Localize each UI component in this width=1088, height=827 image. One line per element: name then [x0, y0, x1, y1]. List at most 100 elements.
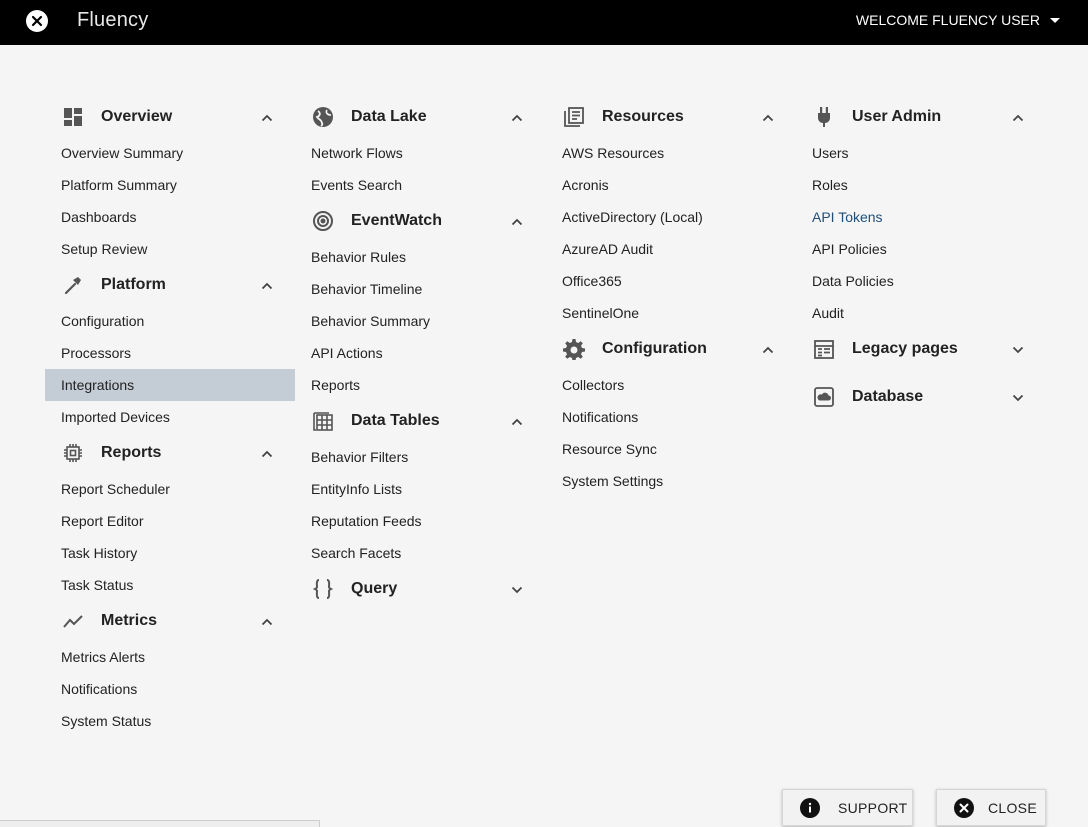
- menu-item-reports[interactable]: Reports: [295, 369, 545, 401]
- menu-item-office365[interactable]: Office365: [546, 265, 796, 297]
- menu-item-imported-devices[interactable]: Imported Devices: [45, 401, 295, 433]
- menu-item-acronis[interactable]: Acronis: [546, 169, 796, 201]
- menu-item-report-scheduler[interactable]: Report Scheduler: [45, 473, 295, 505]
- section-items: Collectors Notifications Resource Sync Syst…: [546, 369, 796, 497]
- menu-item-system-settings[interactable]: System Settings: [546, 465, 796, 497]
- cloud-box-icon: [812, 385, 836, 409]
- chevron-up-icon[interactable]: [1012, 111, 1024, 123]
- menu-item-setup-review[interactable]: Setup Review: [45, 233, 295, 265]
- menu-item-platform-summary[interactable]: Platform Summary: [45, 169, 295, 201]
- section-header-platform[interactable]: Platform: [45, 265, 295, 305]
- chevron-up-icon[interactable]: [511, 111, 523, 123]
- menu-item-behavior-filters[interactable]: Behavior Filters: [295, 441, 545, 473]
- section-header-overview[interactable]: Overview: [45, 97, 295, 137]
- close-menu-icon[interactable]: [26, 10, 48, 32]
- menu-item-notifications[interactable]: Notifications: [45, 673, 295, 705]
- section-header-configuration[interactable]: Configuration: [546, 329, 796, 369]
- menu-item-api-tokens[interactable]: API Tokens: [796, 201, 1046, 233]
- menu-item-resource-sync[interactable]: Resource Sync: [546, 433, 796, 465]
- menu-item-aws-resources[interactable]: AWS Resources: [546, 137, 796, 169]
- section-title: Reports: [101, 444, 162, 461]
- menu-item-users[interactable]: Users: [796, 137, 1046, 169]
- support-button[interactable]: SUPPORT: [782, 789, 913, 826]
- section-title: Data Tables: [351, 412, 440, 429]
- chevron-down-icon[interactable]: [1012, 343, 1024, 355]
- menu-item-roles[interactable]: Roles: [796, 169, 1046, 201]
- chevron-up-icon[interactable]: [511, 415, 523, 427]
- section-header-database[interactable]: Database: [796, 377, 1046, 417]
- menu-item-behavior-summary[interactable]: Behavior Summary: [295, 305, 545, 337]
- menu-item-task-history[interactable]: Task History: [45, 537, 295, 569]
- braces-icon: [311, 577, 335, 601]
- top-bar: Fluency WELCOME FLUENCY USER: [0, 0, 1088, 45]
- chevron-up-icon[interactable]: [261, 615, 273, 627]
- section-title: EventWatch: [351, 212, 442, 229]
- menu-item-azuread-audit[interactable]: AzureAD Audit: [546, 233, 796, 265]
- menu-item-api-actions[interactable]: API Actions: [295, 337, 545, 369]
- section-header-metrics[interactable]: Metrics: [45, 601, 295, 641]
- menu-item-task-status[interactable]: Task Status: [45, 569, 295, 601]
- section-items: Configuration Processors Integrations Impor…: [45, 305, 295, 433]
- close-button[interactable]: CLOSE: [936, 789, 1046, 826]
- welcome-label: WELCOME FLUENCY USER: [855, 12, 1040, 28]
- chevron-up-icon[interactable]: [261, 447, 273, 459]
- support-label: SUPPORT: [838, 799, 908, 816]
- section-header-eventwatch[interactable]: EventWatch: [295, 201, 545, 241]
- menu-item-notifications[interactable]: Notifications: [546, 401, 796, 433]
- menu-column: Resources AWS Resources Acronis ActiveDirec…: [546, 97, 796, 497]
- menu-column: User Admin Users Roles API Tokens API Polici…: [796, 97, 1046, 417]
- menu-item-events-search[interactable]: Events Search: [295, 169, 545, 201]
- plug-icon: [812, 105, 836, 129]
- section-header-resources[interactable]: Resources: [546, 97, 796, 137]
- menu-item-collectors[interactable]: Collectors: [546, 369, 796, 401]
- calendar-icon: [812, 337, 836, 361]
- close-icon: [954, 797, 974, 818]
- section-title: Legacy pages: [852, 340, 958, 357]
- menu-item-dashboards[interactable]: Dashboards: [45, 201, 295, 233]
- wrench-icon: [61, 273, 85, 297]
- menu-item-audit[interactable]: Audit: [796, 297, 1046, 329]
- user-menu[interactable]: WELCOME FLUENCY USER: [856, 12, 1060, 28]
- menu-item-reputation-feeds[interactable]: Reputation Feeds: [295, 505, 545, 537]
- close-label: CLOSE: [988, 799, 1037, 816]
- section-header-query[interactable]: Query: [295, 569, 545, 609]
- section-header-user-admin[interactable]: User Admin: [796, 97, 1046, 137]
- section-title: User Admin: [852, 108, 942, 125]
- target-icon: [311, 209, 335, 233]
- section-items: Users Roles API Tokens API Policies Data Pol…: [796, 137, 1046, 329]
- menu-item-sentinelone[interactable]: SentinelOne: [546, 297, 796, 329]
- section-header-data-lake[interactable]: Data Lake: [295, 97, 545, 137]
- chevron-up-icon[interactable]: [261, 111, 273, 123]
- section-title: Platform: [101, 276, 166, 293]
- chevron-up-icon[interactable]: [511, 215, 523, 227]
- chevron-up-icon[interactable]: [762, 111, 774, 123]
- menu-item-api-policies[interactable]: API Policies: [796, 233, 1046, 265]
- menu-item-metrics-alerts[interactable]: Metrics Alerts: [45, 641, 295, 673]
- section-title: Configuration: [602, 340, 707, 357]
- menu-item-entityinfo-lists[interactable]: EntityInfo Lists: [295, 473, 545, 505]
- menu-item-overview-summary[interactable]: Overview Summary: [45, 137, 295, 169]
- section-header-reports[interactable]: Reports: [45, 433, 295, 473]
- section-header-legacy-pages[interactable]: Legacy pages: [796, 329, 1046, 369]
- section-items: Behavior Filters EntityInfo Lists Reputati…: [295, 441, 545, 569]
- menu-item-behavior-rules[interactable]: Behavior Rules: [295, 241, 545, 273]
- info-icon: [800, 797, 820, 818]
- chevron-down-icon[interactable]: [511, 583, 523, 595]
- menu-item-search-facets[interactable]: Search Facets: [295, 537, 545, 569]
- chevron-up-icon[interactable]: [762, 343, 774, 355]
- menu-item-processors[interactable]: Processors: [45, 337, 295, 369]
- chevron-up-icon[interactable]: [261, 279, 273, 291]
- menu-item-activedirectory-local[interactable]: ActiveDirectory (Local): [546, 201, 796, 233]
- menu-item-network-flows[interactable]: Network Flows: [295, 137, 545, 169]
- menu-item-system-status[interactable]: System Status: [45, 705, 295, 737]
- menu-item-configuration[interactable]: Configuration: [45, 305, 295, 337]
- globe-icon: [311, 105, 335, 129]
- section-items: Overview Summary Platform Summary Dashboar…: [45, 137, 295, 265]
- section-header-data-tables[interactable]: Data Tables: [295, 401, 545, 441]
- menu-item-report-editor[interactable]: Report Editor: [45, 505, 295, 537]
- section-items: Report Scheduler Report Editor Task Histor…: [45, 473, 295, 601]
- menu-item-behavior-timeline[interactable]: Behavior Timeline: [295, 273, 545, 305]
- chevron-down-icon[interactable]: [1012, 391, 1024, 403]
- menu-item-data-policies[interactable]: Data Policies: [796, 265, 1046, 297]
- menu-item-integrations[interactable]: Integrations: [45, 369, 295, 401]
